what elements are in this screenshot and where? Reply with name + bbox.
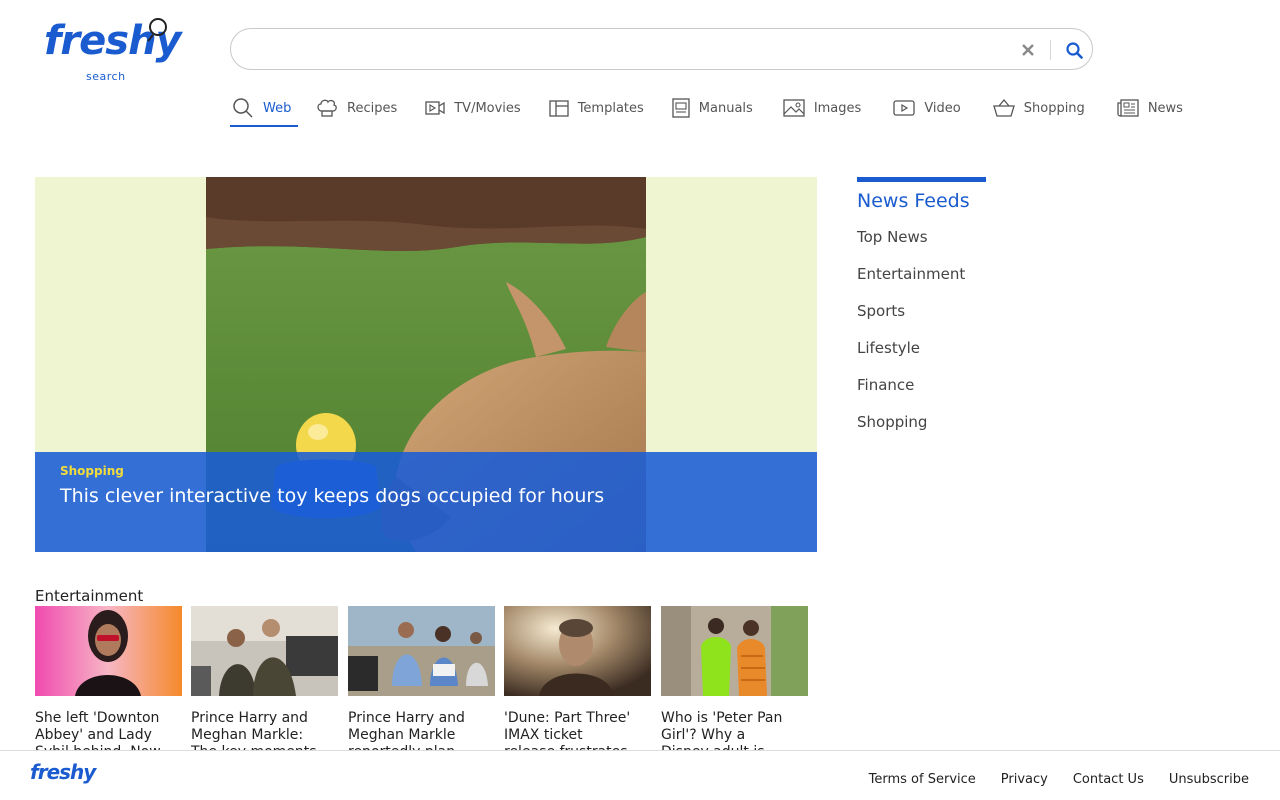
search-tabs: Web Recipes TV/Movies Templates Manuals … bbox=[230, 90, 1185, 128]
tab-recipes[interactable]: Recipes bbox=[314, 90, 399, 126]
card-image bbox=[191, 606, 338, 696]
entertainment-card[interactable]: She left 'Downton Abbey' and Lady Sybil … bbox=[35, 606, 182, 761]
layout-icon bbox=[549, 99, 569, 117]
feeds-title: News Feeds bbox=[857, 190, 970, 212]
close-icon bbox=[1022, 44, 1034, 56]
card-image bbox=[35, 606, 182, 696]
search-divider bbox=[1050, 40, 1051, 60]
tab-web[interactable]: Web bbox=[230, 90, 298, 127]
card-image bbox=[504, 606, 651, 696]
feed-item-sports[interactable]: Sports bbox=[857, 302, 1117, 339]
freshy-logo[interactable]: freshy search bbox=[44, 18, 184, 88]
tab-news[interactable]: News bbox=[1115, 90, 1185, 126]
card-image bbox=[348, 606, 495, 696]
tab-templates[interactable]: Templates bbox=[547, 90, 646, 126]
hero-category[interactable]: Shopping bbox=[60, 464, 124, 478]
video-camera-icon bbox=[425, 101, 445, 115]
news-feeds-panel: News Feeds Top News Entertainment Sports… bbox=[857, 177, 1117, 450]
clear-search-button[interactable] bbox=[1017, 39, 1039, 61]
entertainment-card[interactable]: Who is 'Peter Pan Girl'? Why a Disney ad… bbox=[661, 606, 808, 761]
tab-label: Images bbox=[813, 100, 862, 116]
terms-of-service-link[interactable]: Terms of Service bbox=[869, 772, 976, 787]
book-icon bbox=[672, 98, 690, 118]
image-icon bbox=[783, 99, 805, 117]
tab-shopping[interactable]: Shopping bbox=[991, 90, 1087, 126]
logo-tagline: search bbox=[86, 70, 126, 83]
entertainment-heading: Entertainment bbox=[35, 587, 144, 605]
footer-logo[interactable]: freshy bbox=[30, 760, 96, 784]
basket-icon bbox=[992, 99, 1015, 117]
entertainment-card[interactable]: 'Dune: Part Three' IMAX ticket release f… bbox=[504, 606, 651, 761]
hero-caption: Shopping This clever interactive toy kee… bbox=[35, 452, 817, 552]
hero-article[interactable]: Shopping This clever interactive toy kee… bbox=[35, 177, 817, 552]
search-icon bbox=[1065, 41, 1083, 59]
footer-links: Terms of Service Privacy Contact Us Unsu… bbox=[869, 772, 1249, 787]
search-input[interactable] bbox=[249, 37, 1009, 63]
entertainment-card[interactable]: Prince Harry and Meghan Markle: The key … bbox=[191, 606, 338, 761]
tab-label: TV/Movies bbox=[454, 100, 521, 116]
privacy-link[interactable]: Privacy bbox=[1001, 772, 1048, 787]
chef-hat-icon bbox=[317, 99, 337, 117]
tab-label: Web bbox=[263, 100, 292, 116]
feed-item-entertainment[interactable]: Entertainment bbox=[857, 265, 1117, 302]
play-icon bbox=[893, 100, 915, 116]
unsubscribe-link[interactable]: Unsubscribe bbox=[1169, 772, 1249, 787]
hero-headline[interactable]: This clever interactive toy keeps dogs o… bbox=[60, 485, 604, 507]
tab-label: Recipes bbox=[347, 100, 398, 116]
search-bar bbox=[230, 28, 1093, 70]
search-icon bbox=[233, 98, 253, 118]
footer: freshy Terms of Service Privacy Contact … bbox=[0, 750, 1280, 800]
search-button[interactable] bbox=[1063, 39, 1085, 61]
feed-item-lifestyle[interactable]: Lifestyle bbox=[857, 339, 1117, 376]
feed-item-finance[interactable]: Finance bbox=[857, 376, 1117, 413]
feeds-accent-bar bbox=[857, 177, 986, 182]
feed-item-shopping[interactable]: Shopping bbox=[857, 413, 1117, 450]
tab-label: Video bbox=[924, 100, 961, 116]
tab-label: News bbox=[1147, 100, 1183, 116]
tab-label: Manuals bbox=[698, 100, 753, 116]
card-image bbox=[661, 606, 808, 696]
magnifier-logo-icon bbox=[147, 18, 167, 42]
feed-item-top-news[interactable]: Top News bbox=[857, 228, 1117, 265]
tab-label: Templates bbox=[577, 100, 644, 116]
newspaper-icon bbox=[1117, 99, 1139, 117]
feeds-list: Top News Entertainment Sports Lifestyle … bbox=[857, 228, 1117, 450]
tab-video[interactable]: Video bbox=[891, 90, 962, 126]
tab-manuals[interactable]: Manuals bbox=[670, 90, 755, 126]
tab-images[interactable]: Images bbox=[781, 90, 864, 126]
tab-tv-movies[interactable]: TV/Movies bbox=[423, 90, 522, 126]
tab-label: Shopping bbox=[1023, 100, 1085, 116]
contact-us-link[interactable]: Contact Us bbox=[1073, 772, 1144, 787]
entertainment-card[interactable]: Prince Harry and Meghan Markle reportedl… bbox=[348, 606, 495, 761]
